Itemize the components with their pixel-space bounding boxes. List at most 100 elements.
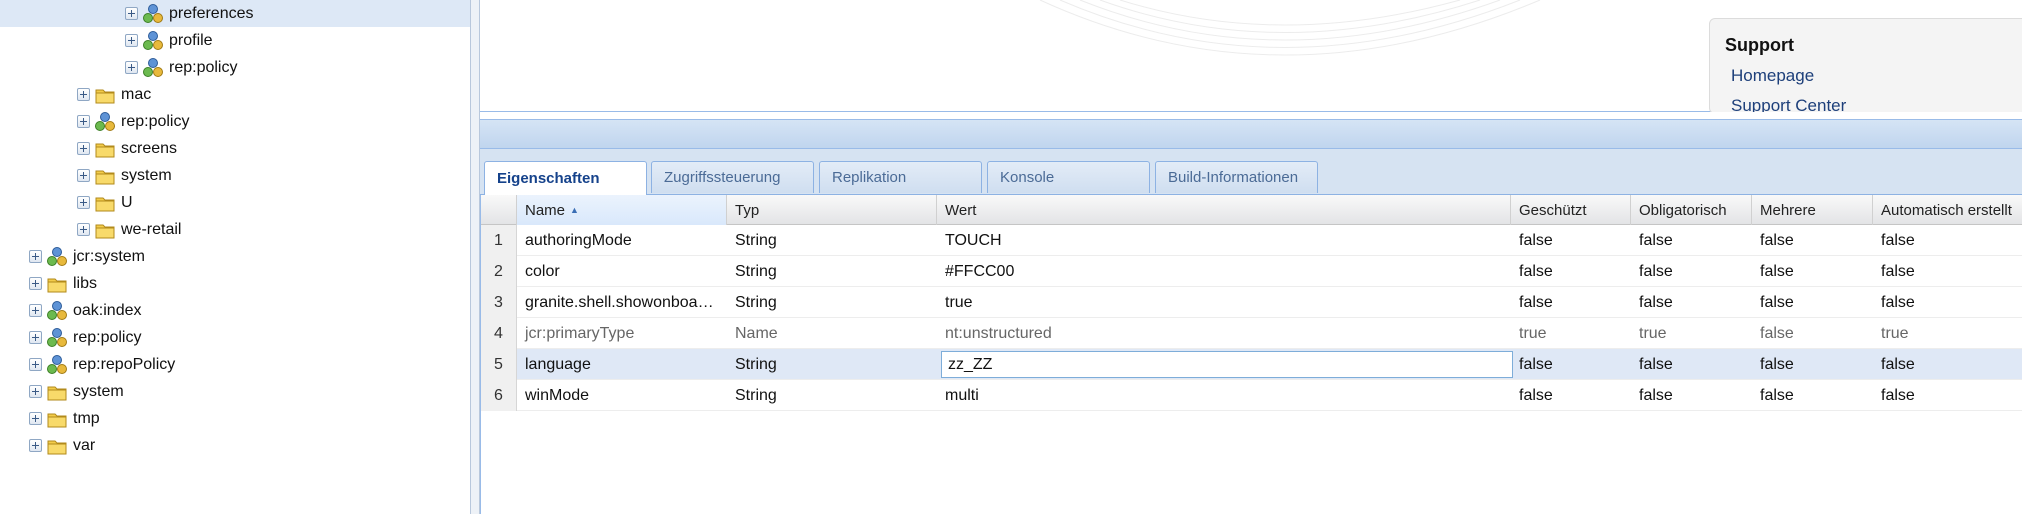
table-row[interactable]: 5 language String false false false false bbox=[481, 349, 2022, 380]
panel-splitter[interactable] bbox=[470, 0, 480, 514]
multiple-flag: false bbox=[1760, 324, 1794, 342]
tree-node-label: libs bbox=[73, 274, 98, 292]
tree-node-label: mac bbox=[121, 85, 152, 103]
protected-flag: false bbox=[1519, 262, 1553, 280]
mandatory-flag: false bbox=[1639, 386, 1673, 404]
tree-node[interactable]: jcr:system bbox=[0, 243, 470, 270]
tree-node-label: U bbox=[121, 193, 133, 211]
properties-panel: Eigenschaften Zugriffssteuerung Replikat… bbox=[480, 112, 2022, 514]
tree-node[interactable]: mac bbox=[0, 81, 470, 108]
column-header-name-label: Name bbox=[525, 201, 566, 219]
tab-build-informationen[interactable]: Build-Informationen bbox=[1155, 161, 1318, 193]
expand-icon[interactable] bbox=[125, 34, 138, 47]
column-header-mandatory[interactable]: Obligatorisch bbox=[1631, 195, 1752, 225]
property-name: jcr:primaryType bbox=[525, 324, 635, 342]
expand-icon[interactable] bbox=[29, 358, 42, 371]
column-header-multiple[interactable]: Mehrere bbox=[1752, 195, 1873, 225]
property-value: true bbox=[945, 293, 973, 311]
property-type: String bbox=[735, 231, 777, 249]
mandatory-flag: true bbox=[1639, 324, 1667, 342]
expand-icon[interactable] bbox=[29, 439, 42, 452]
folder-icon bbox=[46, 435, 68, 457]
node-policy-icon bbox=[142, 30, 164, 52]
tree-node[interactable]: rep:policy bbox=[0, 108, 470, 135]
tab-zugriffssteuerung[interactable]: Zugriffssteuerung bbox=[651, 161, 814, 193]
multiple-flag: false bbox=[1760, 262, 1794, 280]
column-header-name[interactable]: Name ▲ bbox=[517, 195, 727, 225]
tab-konsole[interactable]: Konsole bbox=[987, 161, 1150, 193]
sort-ascending-icon: ▲ bbox=[570, 205, 579, 215]
folder-icon bbox=[94, 192, 116, 214]
mandatory-flag: false bbox=[1639, 262, 1673, 280]
expand-icon[interactable] bbox=[77, 169, 90, 182]
tree-node[interactable]: system bbox=[0, 378, 470, 405]
expand-icon[interactable] bbox=[29, 304, 42, 317]
protected-flag: false bbox=[1519, 355, 1553, 373]
expand-icon[interactable] bbox=[29, 250, 42, 263]
tree-node[interactable]: tmp bbox=[0, 405, 470, 432]
tree-node-label: tmp bbox=[73, 409, 100, 427]
property-name: authoringMode bbox=[525, 231, 632, 249]
folder-icon bbox=[94, 138, 116, 160]
expand-icon[interactable] bbox=[77, 115, 90, 128]
tree-node[interactable]: profile bbox=[0, 27, 470, 54]
row-number: 4 bbox=[481, 318, 517, 349]
folder-icon bbox=[94, 165, 116, 187]
table-row[interactable]: 2 color String #FFCC00 false false false false bbox=[481, 256, 2022, 287]
property-value: nt:unstructured bbox=[945, 324, 1052, 342]
expand-icon[interactable] bbox=[29, 412, 42, 425]
tab-replikation[interactable]: Replikation bbox=[819, 161, 982, 193]
tree-node[interactable]: oak:index bbox=[0, 297, 470, 324]
tree-node[interactable]: var bbox=[0, 432, 470, 459]
table-row[interactable]: 1 authoringMode String TOUCH false false false… bbox=[481, 225, 2022, 256]
table-row[interactable]: 3 granite.shell.showonboa… String true false… bbox=[481, 287, 2022, 318]
tab-eigenschaften[interactable]: Eigenschaften bbox=[484, 161, 647, 195]
expand-icon[interactable] bbox=[29, 331, 42, 344]
multiple-flag: false bbox=[1760, 386, 1794, 404]
property-name: winMode bbox=[525, 386, 590, 404]
protected-flag: false bbox=[1519, 386, 1553, 404]
folder-icon bbox=[46, 381, 68, 403]
autocreated-flag: false bbox=[1881, 231, 1915, 249]
repository-tree: preferences profile rep:policy mac rep:polic… bbox=[0, 0, 470, 514]
expand-icon[interactable] bbox=[125, 7, 138, 20]
property-value: TOUCH bbox=[945, 231, 1002, 249]
protected-flag: true bbox=[1519, 324, 1547, 342]
column-header-value[interactable]: Wert bbox=[937, 195, 1511, 225]
tree-node-label: profile bbox=[169, 31, 213, 49]
expand-icon[interactable] bbox=[77, 88, 90, 101]
row-number-header bbox=[481, 195, 517, 225]
property-name: granite.shell.showonboa… bbox=[525, 293, 714, 311]
support-link-homepage[interactable]: Homepage bbox=[1731, 66, 1814, 86]
property-value-input[interactable] bbox=[941, 351, 1513, 378]
table-row[interactable]: 4 jcr:primaryType Name nt:unstructured true t… bbox=[481, 318, 2022, 349]
tree-node[interactable]: rep:repoPolicy bbox=[0, 351, 470, 378]
row-number: 6 bbox=[481, 380, 517, 411]
tree-node[interactable]: libs bbox=[0, 270, 470, 297]
table-row[interactable]: 6 winMode String multi false false false false bbox=[481, 380, 2022, 411]
column-header-type[interactable]: Typ bbox=[727, 195, 937, 225]
row-number: 1 bbox=[481, 225, 517, 256]
properties-grid: Name ▲ Typ Wert Geschützt Obligatorisch … bbox=[480, 195, 2022, 514]
tree-node[interactable]: U bbox=[0, 189, 470, 216]
tree-node[interactable]: screens bbox=[0, 135, 470, 162]
tree-node[interactable]: rep:policy bbox=[0, 54, 470, 81]
column-header-autocreated[interactable]: Automatisch erstellt bbox=[1873, 195, 2022, 225]
column-header-protected[interactable]: Geschützt bbox=[1511, 195, 1631, 225]
expand-icon[interactable] bbox=[125, 61, 138, 74]
expand-icon[interactable] bbox=[29, 277, 42, 290]
tree-node[interactable]: rep:policy bbox=[0, 324, 470, 351]
expand-icon[interactable] bbox=[29, 385, 42, 398]
expand-icon[interactable] bbox=[77, 223, 90, 236]
protected-flag: false bbox=[1519, 293, 1553, 311]
autocreated-flag: false bbox=[1881, 355, 1915, 373]
expand-icon[interactable] bbox=[77, 196, 90, 209]
tree-node[interactable]: we-retail bbox=[0, 216, 470, 243]
folder-icon bbox=[46, 408, 68, 430]
expand-icon[interactable] bbox=[77, 142, 90, 155]
tree-node[interactable]: preferences bbox=[0, 0, 470, 27]
property-type: String bbox=[735, 386, 777, 404]
tree-node[interactable]: system bbox=[0, 162, 470, 189]
panel-header bbox=[480, 119, 2022, 149]
tree-node-label: rep:policy bbox=[169, 58, 238, 76]
